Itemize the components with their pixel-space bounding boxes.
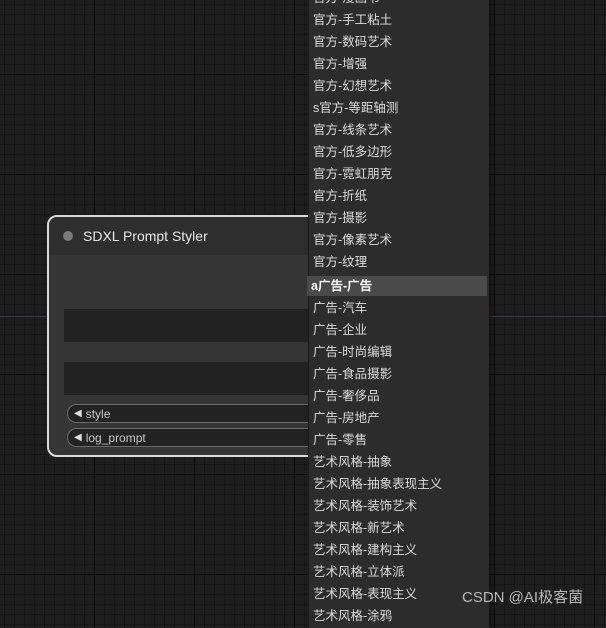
style-combo-widget[interactable]: ◀ style [67,404,345,423]
style-dropdown-menu[interactable]: 官方-漫画书 官方-手工粘土 官方-数码艺术 官方-增强 官方-幻想艺术 s官方… [307,0,489,628]
menu-item[interactable]: 艺术风格-新艺术 [313,518,487,538]
menu-item[interactable]: 艺术风格-表现主义 [313,584,487,604]
menu-item[interactable]: 广告-房地产 [313,408,487,428]
menu-item[interactable]: 官方-线条艺术 [313,120,487,140]
menu-item[interactable]: s官方-等距轴测 [313,98,487,118]
watermark: CSDN @AI极客菌 [462,589,584,606]
menu-item[interactable]: 官方-漫画书 [313,0,487,8]
left-arrow-icon[interactable]: ◀ [74,408,82,419]
menu-item-selected[interactable]: a广告-广告 [307,276,487,296]
menu-item[interactable]: 广告-零售 [313,430,487,450]
negative-text-widget[interactable] [64,362,344,395]
node-collapse-dot[interactable] [63,231,73,241]
menu-item[interactable]: 官方-像素艺术 [313,230,487,250]
menu-item[interactable]: 艺术风格-抽象 [313,452,487,472]
menu-item[interactable]: 官方-增强 [313,54,487,74]
menu-item[interactable]: 艺术风格-涂鸦 [313,606,487,626]
menu-item[interactable]: 艺术风格-立体派 [313,562,487,582]
node-header[interactable]: SDXL Prompt Styler [49,217,345,255]
widget-label: log_prompt [85,430,146,445]
menu-item[interactable]: 官方-纹理 [313,252,487,272]
menu-item[interactable]: 广告-奢侈品 [313,386,487,406]
menu-item[interactable]: 官方-幻想艺术 [313,76,487,96]
menu-item[interactable]: 官方-数码艺术 [313,32,487,52]
widget-label: style [85,406,111,421]
menu-item[interactable]: 广告-汽车 [313,298,487,318]
node-title: SDXL Prompt Styler [83,228,208,244]
menu-item[interactable]: 广告-时尚编辑 [313,342,487,362]
log-prompt-widget[interactable]: ◀ log_prompt [67,428,345,447]
menu-item[interactable]: 官方-折纸 [313,186,487,206]
menu-item[interactable]: 官方-摄影 [313,208,487,228]
menu-item[interactable]: 官方-霓虹朋克 [313,164,487,184]
left-arrow-icon[interactable]: ◀ [74,432,82,443]
menu-item[interactable]: 艺术风格-建构主义 [313,540,487,560]
menu-item[interactable]: 艺术风格-装饰艺术 [313,496,487,516]
menu-item[interactable]: 广告-食品摄影 [313,364,487,384]
menu-item[interactable]: 官方-手工粘土 [313,10,487,30]
menu-item[interactable]: 广告-企业 [313,320,487,340]
menu-item[interactable]: 官方-低多边形 [313,142,487,162]
sdxl-prompt-styler-node[interactable]: SDXL Prompt Styler ◀ style ◀ log_prompt [47,215,347,457]
positive-text-widget[interactable] [64,309,344,342]
menu-item[interactable]: 艺术风格-抽象表现主义 [313,474,487,494]
